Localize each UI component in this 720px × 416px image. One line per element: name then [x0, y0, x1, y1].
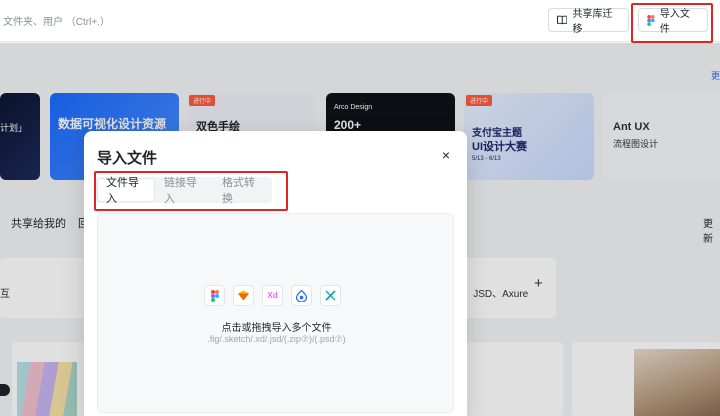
modal-title: 导入文件 — [97, 150, 158, 167]
tab-file-import[interactable]: 文件导入 — [98, 177, 154, 205]
tab-format-convert[interactable]: 格式转换 — [214, 177, 270, 205]
sketch-icon — [233, 285, 254, 306]
dropzone-instruction: 点击或拖拽导入多个文件 — [221, 323, 332, 334]
top-bar: 文件夹、用户 （Ctrl+.） 共享库迁移 导入文件 — [0, 0, 720, 42]
book-icon — [557, 15, 568, 25]
library-migrate-label: 共享库迁移 — [572, 9, 613, 35]
close-icon[interactable]: × — [439, 148, 453, 162]
tab-link-import[interactable]: 链接导入 — [156, 177, 212, 205]
axure-icon — [320, 285, 341, 306]
file-dropzone[interactable]: Xd 点击或拖拽导入多个文件 .fig/.sketch/.xd/.jsd/(.z… — [97, 213, 454, 413]
import-file-label: 导入文件 — [659, 9, 690, 35]
format-icons: Xd — [204, 285, 341, 306]
jsd-icon — [291, 285, 312, 306]
figma-icon — [647, 14, 655, 26]
library-migrate-button[interactable]: 共享库迁移 — [548, 8, 629, 35]
import-file-modal: 导入文件 × 文件导入 链接导入 格式转换 Xd 点击或拖拽导入多个文件 .fi… — [84, 131, 467, 416]
import-tabs: 文件导入 链接导入 格式转换 — [96, 177, 272, 205]
search-hint[interactable]: 文件夹、用户 （Ctrl+.） — [3, 13, 110, 28]
import-file-button[interactable]: 导入文件 — [638, 8, 708, 35]
xd-icon: Xd — [262, 285, 283, 306]
supported-formats: .fig/.sketch/.xd/.jsd/(.zip⑦)/(.psd⑦) — [207, 334, 346, 344]
figma-icon — [204, 285, 225, 306]
